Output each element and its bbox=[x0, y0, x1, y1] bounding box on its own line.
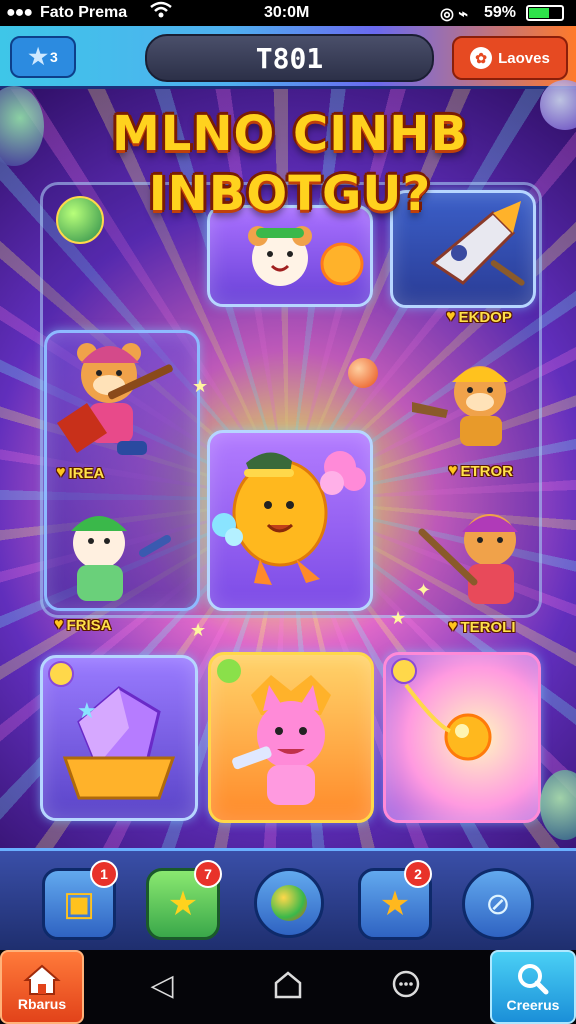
battery-icon bbox=[526, 5, 564, 21]
svg-text:★: ★ bbox=[77, 699, 97, 724]
headline-line-2: INBOTGU? bbox=[148, 166, 432, 222]
reward-tile-pink-cat[interactable] bbox=[208, 652, 374, 823]
assistant-icon[interactable] bbox=[386, 965, 426, 1005]
headline-line-1: MLNO CINHB bbox=[111, 106, 469, 162]
carrier-label: Fato Prema bbox=[40, 4, 128, 21]
search-nav-label: Creerus bbox=[506, 997, 560, 1013]
notification-badge: 1 bbox=[90, 860, 118, 888]
clock: 30:0M bbox=[264, 4, 310, 21]
home-nav-button[interactable]: Rbarus bbox=[0, 950, 84, 1024]
heart-icon: ♥ bbox=[54, 616, 64, 633]
no-ads-icon: ⊘ bbox=[485, 886, 511, 922]
status-bar: ●●● Fato Prema 30:0M ◎ ⌁ 59% bbox=[0, 0, 576, 26]
reward-tile-golden-orb[interactable] bbox=[383, 652, 541, 823]
guitar-bear-character[interactable] bbox=[414, 502, 534, 610]
character-name: IREA bbox=[68, 464, 105, 482]
tray-item-no-ads[interactable]: ⊘ bbox=[462, 868, 534, 940]
star-icon: ★ bbox=[379, 884, 411, 924]
headline: MLNO CINHB INBOTGU? bbox=[80, 104, 500, 224]
notification-badge: 2 bbox=[404, 860, 432, 888]
orb-icon bbox=[271, 885, 307, 921]
search-icon bbox=[518, 964, 549, 995]
sparkle-icon: ★ bbox=[390, 608, 407, 629]
tile-center-featured[interactable] bbox=[207, 430, 373, 611]
location-icon: ◎ ⌁ bbox=[440, 6, 469, 23]
signal-dots: ●●● bbox=[6, 4, 33, 21]
character-name: EKDOP bbox=[458, 308, 512, 326]
character-label-irea: ♥ IREA bbox=[56, 464, 104, 482]
character-name: TEROLI bbox=[460, 618, 516, 636]
star-count: 3 bbox=[49, 49, 58, 65]
star-counter-button[interactable]: ★ 3 bbox=[10, 36, 76, 78]
sparkle-icon: ★ bbox=[190, 620, 207, 641]
character-name: FRISA bbox=[66, 616, 112, 634]
character-label-ekdop: ♥ EKDOP bbox=[446, 308, 512, 326]
star-icon: ★ bbox=[28, 44, 48, 69]
heart-icon: ♥ bbox=[446, 308, 456, 325]
battery-percent: 59% bbox=[484, 4, 517, 21]
sparkle-icon: ✦ bbox=[416, 580, 432, 601]
leaves-button[interactable]: ✿ Laoves bbox=[452, 36, 568, 80]
character-label-teroli: ♥ TEROLI bbox=[448, 618, 516, 636]
flower-icon: ✿ bbox=[470, 47, 493, 69]
home-nav-label: Rbarus bbox=[17, 996, 67, 1012]
worker-bear-character[interactable] bbox=[408, 352, 532, 452]
home-system-icon[interactable] bbox=[268, 965, 308, 1005]
back-icon[interactable]: ◁ bbox=[142, 965, 182, 1005]
red-orb bbox=[348, 358, 378, 388]
heart-icon: ♥ bbox=[56, 464, 66, 481]
gift-box-icon: ▣ bbox=[62, 884, 96, 924]
home-icon bbox=[23, 964, 61, 995]
character-name: ETROR bbox=[460, 462, 514, 480]
search-nav-button[interactable]: Creerus bbox=[490, 950, 576, 1024]
character-label-etror: ♥ ETROR bbox=[448, 462, 513, 480]
heart-icon: ♥ bbox=[448, 618, 458, 635]
heart-icon: ♥ bbox=[448, 462, 458, 479]
tray-item-orb[interactable] bbox=[254, 868, 324, 938]
top-bar: ★ 3 T801 ✿ Laoves bbox=[0, 26, 576, 89]
character-label-frisa: ♥ FRISA bbox=[54, 616, 112, 634]
reward-tile-crystal[interactable]: ★ bbox=[40, 655, 198, 821]
wifi-icon bbox=[150, 1, 172, 24]
level-title: T801 bbox=[145, 34, 434, 82]
star-icon: ★ bbox=[167, 884, 199, 924]
notification-badge: 7 bbox=[194, 860, 222, 888]
sparkle-icon: ★ bbox=[192, 376, 209, 397]
leaves-label: Laoves bbox=[498, 49, 550, 67]
